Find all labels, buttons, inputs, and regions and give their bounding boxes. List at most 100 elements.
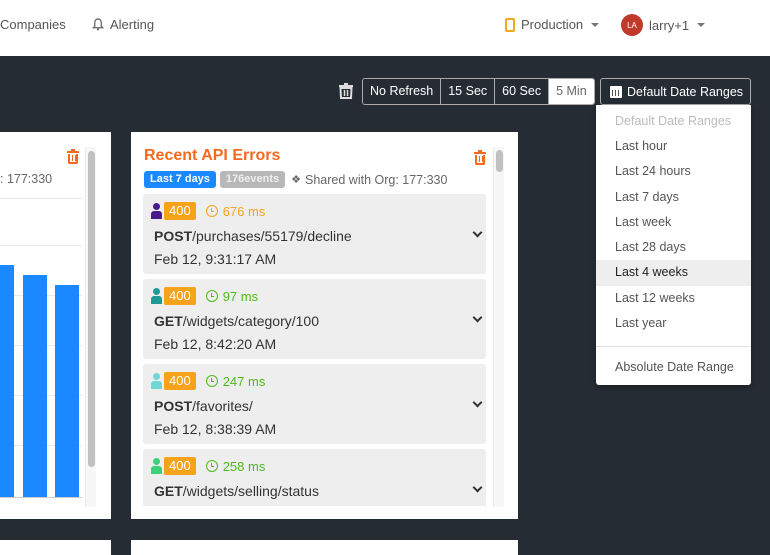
refresh-option-no-refresh[interactable]: No Refresh: [363, 79, 442, 104]
date-range-label: Default Date Ranges: [627, 84, 744, 99]
request-path: POST/purchases/55179/decline: [154, 228, 352, 244]
request-path: POST/favorites/: [154, 398, 253, 414]
dropdown-item-last-7-days[interactable]: Last 7 days: [596, 185, 751, 210]
x-axis: [0, 497, 82, 498]
refresh-option-15-sec[interactable]: 15 Sec: [441, 79, 496, 104]
trash-icon[interactable]: [474, 150, 486, 165]
path-value: /widgets/selling/status: [182, 483, 319, 499]
chevron-down-icon[interactable]: [472, 397, 483, 408]
path-value: /purchases/55179/decline: [192, 228, 352, 244]
duration: 676 ms: [205, 203, 266, 219]
chevron-down-icon[interactable]: [472, 227, 483, 238]
environment-selector[interactable]: Production: [505, 17, 600, 32]
duration-value: 97 ms: [222, 288, 259, 304]
org-icon: ❖: [291, 174, 302, 186]
dropdown-header: Default Date Ranges: [615, 114, 732, 128]
nav-alerting[interactable]: Alerting: [92, 17, 154, 32]
trash-icon[interactable]: [67, 149, 79, 164]
dropdown-item-last-12-weeks[interactable]: Last 12 weeks: [596, 286, 751, 311]
chart-bar[interactable]: [55, 285, 79, 497]
dropdown-divider: [596, 346, 751, 348]
scrollbar-thumb[interactable]: [496, 150, 503, 172]
date-range-button[interactable]: Default Date Ranges: [600, 78, 751, 105]
chevron-down-icon[interactable]: [472, 312, 483, 323]
user-name: larry+1: [649, 17, 690, 33]
error-list: 400 676 ms POST/purchases/55179/decline …: [143, 194, 486, 506]
widget-card-partial: [131, 540, 518, 555]
calendar-icon: [610, 85, 622, 98]
shared-with-org-text: Shared with Org: 177:330: [305, 172, 448, 187]
user-icon: [151, 458, 162, 474]
top-nav: Companies Alerting Production LA larry+1: [0, 0, 770, 56]
caret-down-icon: [697, 23, 706, 27]
request-path: GET/widgets/category/100: [154, 313, 319, 329]
status-code-badge: 400: [164, 457, 196, 475]
http-method: GET: [154, 483, 183, 499]
clock-icon: [205, 290, 218, 302]
error-list-item[interactable]: 400 676 ms POST/purchases/55179/decline …: [143, 194, 486, 274]
status-code-badge: 400: [164, 287, 196, 305]
tablet-icon: [505, 17, 515, 32]
status-code-badge: 400: [164, 372, 196, 390]
clock-icon: [205, 460, 218, 472]
shared-with-org-text: : 177:330: [0, 172, 53, 186]
dropdown-item-last-24-hours[interactable]: Last 24 hours: [596, 159, 751, 184]
dropdown-item-last-week[interactable]: Last week: [596, 210, 751, 235]
path-value: /favorites/: [192, 398, 253, 414]
status-code-badge: 400: [164, 202, 196, 220]
dropdown-item-last-28-days[interactable]: Last 28 days: [596, 235, 751, 260]
scrollbar[interactable]: [85, 147, 96, 507]
user-menu[interactable]: LA larry+1: [621, 14, 706, 36]
duration-value: 247 ms: [222, 373, 266, 389]
refresh-option-5-min[interactable]: 5 Min: [549, 79, 594, 104]
request-path: GET/widgets/selling/status: [154, 483, 319, 499]
http-method: POST: [154, 398, 193, 414]
chevron-down-icon[interactable]: [472, 482, 483, 493]
refresh-interval-group: No Refresh 15 Sec 60 Sec 5 Min: [362, 78, 595, 105]
scrollbar-thumb[interactable]: [88, 151, 95, 467]
nav-companies[interactable]: Companies: [0, 17, 66, 32]
error-timestamp: Feb 12, 8:42:20 AM: [154, 336, 277, 352]
chart-bar[interactable]: [0, 265, 14, 497]
bar-chart: [0, 195, 97, 507]
dropdown-item-last-year[interactable]: Last year: [596, 311, 751, 336]
gridline: [0, 245, 82, 246]
environment-label: Production: [521, 17, 584, 32]
clock-icon: [205, 205, 218, 217]
dropdown-item-absolute-date-range[interactable]: Absolute Date Range: [596, 355, 751, 380]
widget-card-partial: [0, 540, 111, 555]
date-range-badge: Last 7 days: [144, 171, 216, 188]
duration: 258 ms: [205, 458, 266, 474]
path-value: /widgets/category/100: [182, 313, 319, 329]
shared-with-org: ❖ Shared with Org: 177:330: [291, 173, 447, 187]
error-list-item[interactable]: 400 97 ms GET/widgets/category/100 Feb 1…: [143, 279, 486, 359]
caret-down-icon: [591, 22, 600, 27]
chart-widget-card: : 177:330: [0, 132, 111, 519]
error-timestamp: Feb 12, 9:31:17 AM: [154, 251, 277, 267]
error-list-item[interactable]: 400 258 ms GET/widgets/selling/status: [143, 449, 486, 506]
chart-bar[interactable]: [23, 275, 47, 497]
refresh-option-60-sec[interactable]: 60 Sec: [495, 79, 550, 104]
dropdown-item-last-hour[interactable]: Last hour: [596, 134, 751, 159]
user-icon: [151, 373, 162, 389]
avatar: LA: [621, 14, 643, 36]
card-meta: Last 7 days 176events ❖ Shared with Org:…: [144, 171, 447, 188]
dropdown-item-last-4-weeks[interactable]: Last 4 weeks: [596, 260, 751, 286]
error-list-item[interactable]: 400 247 ms POST/favorites/ Feb 12, 8:38:…: [143, 364, 486, 444]
duration: 247 ms: [205, 373, 266, 389]
recent-api-errors-card: Recent API Errors Last 7 days 176events …: [131, 132, 518, 519]
events-count-badge: 176events: [219, 171, 286, 188]
nav-alerting-label: Alerting: [110, 17, 155, 32]
duration: 97 ms: [205, 288, 259, 304]
date-range-dropdown: Default Date Ranges Last hour Last 24 ho…: [596, 105, 751, 385]
user-icon: [151, 288, 162, 304]
trash-icon[interactable]: [339, 83, 353, 99]
duration-value: 676 ms: [222, 203, 266, 219]
error-timestamp: Feb 12, 8:38:39 AM: [154, 421, 277, 437]
clock-icon: [205, 375, 218, 387]
duration-value: 258 ms: [222, 458, 266, 474]
http-method: POST: [154, 228, 193, 244]
bell-icon: [92, 18, 104, 31]
user-icon: [151, 203, 162, 219]
scrollbar[interactable]: [493, 147, 504, 507]
